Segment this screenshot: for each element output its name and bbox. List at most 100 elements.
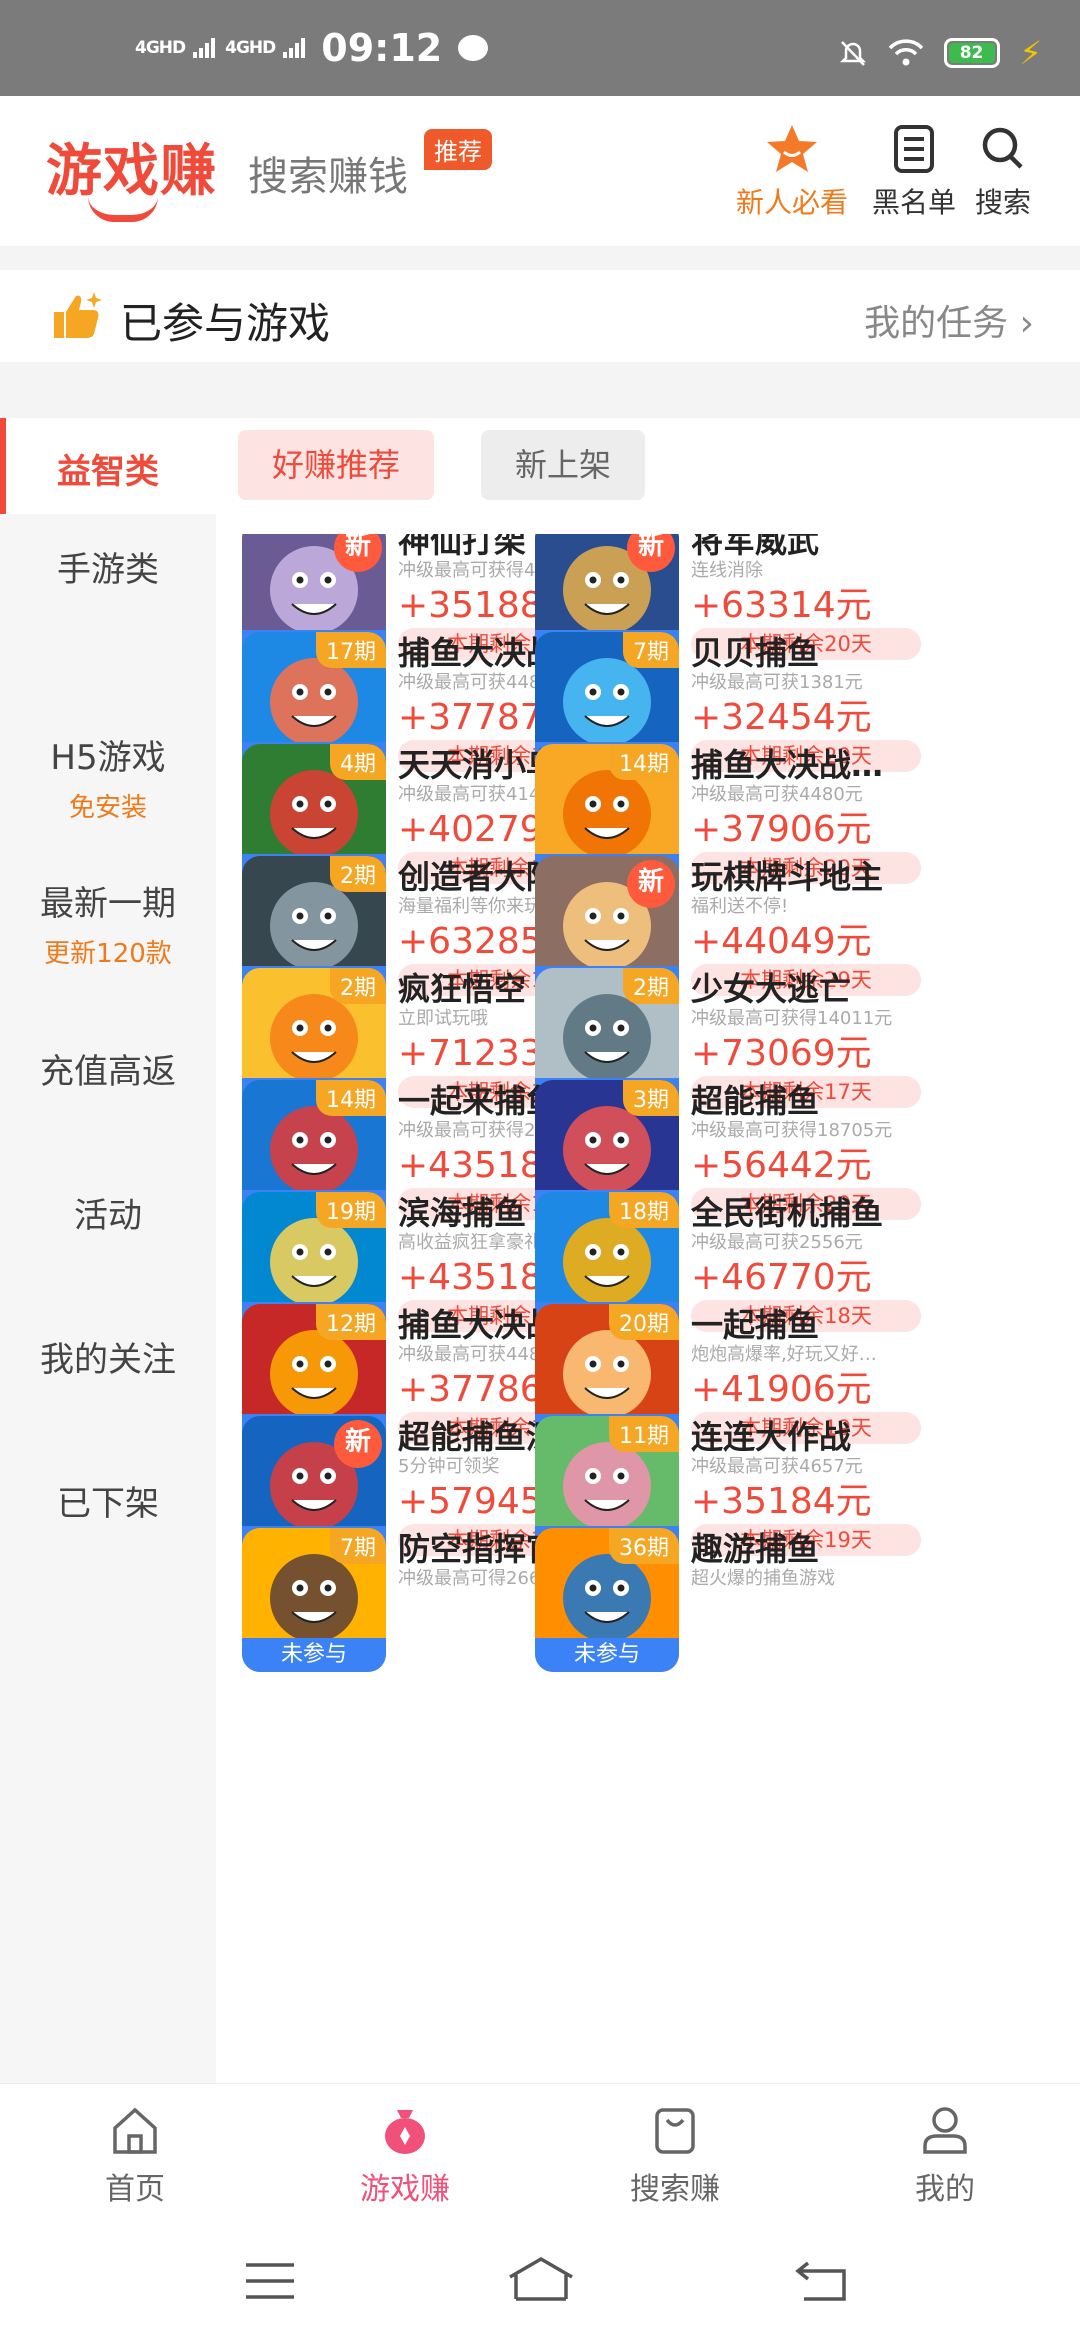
logo-smile — [88, 196, 158, 222]
sidebar-item-following[interactable]: 我的关注 — [0, 1332, 216, 1392]
tab-label: 搜索赚 — [630, 2172, 720, 2207]
game-reward: +32454元 — [691, 697, 872, 738]
period-badge: 新 — [627, 860, 675, 908]
search-earn-link[interactable]: 搜索赚钱 — [248, 144, 408, 202]
tab-mine[interactable]: 我的 — [810, 2102, 1080, 2208]
divider — [0, 246, 1080, 270]
tab-label: 我的 — [915, 2172, 975, 2207]
user-icon — [923, 2107, 967, 2154]
blacklist-button[interactable]: 黑名单 — [872, 121, 956, 221]
screen: 4GHD 4GHD 09:12 82 ⚡ 游戏赚 搜索赚钱 推荐 新人必看 黑名… — [0, 0, 1080, 2340]
period-badge: 新 — [334, 1420, 382, 1468]
system-nav-bar — [0, 2215, 1080, 2340]
chevron-right-icon: › — [1019, 303, 1034, 344]
period-badge: 36期 — [609, 1528, 679, 1564]
money-bag-icon — [385, 2110, 425, 2154]
game-reward: +63314元 — [691, 585, 872, 626]
sidebar-item-removed[interactable]: 已下架 — [0, 1476, 216, 1536]
search-icon — [982, 127, 1023, 169]
period-badge: 4期 — [330, 744, 386, 780]
thumbs-up-icon — [54, 292, 102, 338]
sidebar-item-label: 充值高返 — [40, 1052, 176, 1092]
tab-label: 首页 — [105, 2172, 165, 2207]
period-badge: 2期 — [330, 856, 386, 892]
tab-home[interactable]: 首页 — [0, 2102, 270, 2208]
period-badge: 14期 — [609, 744, 679, 780]
active-indicator — [0, 418, 6, 514]
back-icon[interactable] — [794, 2257, 850, 2303]
signal-bars-icon — [193, 38, 216, 58]
blacklist-label: 黑名单 — [872, 186, 957, 219]
sidebar-item-puzzle[interactable]: 益智类 — [0, 418, 216, 514]
game-list-panel: 好赚推荐 新上架 新未参与神仙打架冲级最高可获得4657元+35188元本期剩余… — [216, 418, 1080, 2083]
shopping-bag-icon — [655, 2108, 695, 2154]
period-badge: 7期 — [623, 632, 679, 668]
game-reward: +41906元 — [691, 1369, 872, 1410]
game-reward: +73069元 — [691, 1033, 872, 1074]
sidebar-item-label: 我的关注 — [40, 1340, 176, 1380]
game-icon[interactable]: 7期未参与 — [242, 1528, 386, 1672]
signal-indicator-1: 4GHD — [135, 37, 186, 58]
my-tasks-link[interactable]: 我的任务 › — [864, 294, 1034, 346]
sidebar-item-label: 已下架 — [57, 1484, 159, 1524]
period-badge: 19期 — [316, 1192, 386, 1228]
search-button[interactable]: 搜索 — [975, 121, 1031, 221]
game-icon[interactable]: 36期未参与 — [535, 1528, 679, 1672]
app-logo: 游戏赚 — [46, 139, 217, 204]
message-icon — [458, 35, 489, 61]
game-reward: +56442元 — [691, 1145, 872, 1186]
tab-label: 游戏赚 — [360, 2172, 450, 2207]
bottom-tab-bar: 首页 游戏赚 搜索赚 我的 — [0, 2083, 1080, 2215]
period-badge: 17期 — [316, 632, 386, 668]
joined-games-title: 已参与游戏 — [120, 299, 331, 348]
game-reward: +35184元 — [691, 1481, 872, 1522]
battery-icon: 82 — [943, 38, 1000, 68]
not-joined-label: 未参与 — [242, 1638, 386, 1672]
game-reward: +46770元 — [691, 1257, 872, 1298]
sidebar-item-label: H5游戏 — [50, 738, 166, 778]
sidebar-item-h5-games[interactable]: H5游戏 免安装 — [0, 730, 216, 834]
clock: 09:12 — [321, 26, 443, 70]
star-icon — [767, 125, 817, 172]
status-left: 4GHD 4GHD 09:12 — [135, 26, 489, 70]
sidebar-item-recharge[interactable]: 充值高返 — [0, 1044, 216, 1104]
sidebar-item-label: 最新一期 — [40, 884, 176, 924]
game-reward: +37906元 — [691, 809, 872, 850]
sidebar-item-label: 益智类 — [57, 452, 159, 492]
game-card[interactable]: 36期 未参与 趣游捕鱼 超火爆的捕鱼游戏 — [523, 1528, 943, 1678]
menu-icon[interactable] — [244, 2261, 296, 2301]
recommend-tag: 推荐 — [424, 129, 492, 170]
my-tasks-label: 我的任务 — [864, 303, 1009, 344]
tab-search-earn[interactable]: 搜索赚 — [540, 2102, 810, 2208]
sidebar-item-latest[interactable]: 最新一期 更新120款 — [0, 876, 216, 980]
divider — [0, 362, 1080, 418]
wifi-icon — [888, 39, 923, 66]
home-nav-icon[interactable] — [506, 2255, 576, 2303]
status-right: 82 ⚡ — [838, 34, 1042, 72]
period-badge: 2期 — [623, 968, 679, 1004]
sidebar-item-sublabel: 更新120款 — [44, 939, 172, 969]
search-label: 搜索 — [975, 186, 1032, 219]
sidebar-item-label: 手游类 — [57, 550, 159, 590]
filter-new-chip[interactable]: 新上架 — [481, 430, 646, 500]
signal-bars-icon — [283, 38, 306, 58]
home-icon — [113, 2107, 157, 2154]
sidebar-item-sublabel: 免安装 — [68, 793, 147, 823]
newbie-guide-button[interactable]: 新人必看 — [736, 121, 848, 221]
period-badge: 12期 — [316, 1304, 386, 1340]
tab-game-earn[interactable]: 游戏赚 — [270, 2102, 540, 2208]
period-badge: 2期 — [330, 968, 386, 1004]
period-badge: 7期 — [330, 1528, 386, 1564]
game-grid: 新未参与神仙打架冲级最高可获得4657元+35188元本期剩余28天新未参与将军… — [216, 534, 1080, 2083]
game-description: 超火爆的捕鱼游戏 — [691, 1568, 835, 1589]
game-reward: +44049元 — [691, 921, 872, 962]
not-joined-label: 未参与 — [535, 1638, 679, 1672]
joined-games-row[interactable]: 已参与游戏 我的任务 › — [0, 270, 1080, 362]
newbie-guide-label: 新人必看 — [736, 186, 849, 219]
category-sidebar: 益智类 手游类 H5游戏 免安装 最新一期 更新120款 充值高返 活动 我的关… — [0, 418, 216, 2083]
filter-recommend-chip[interactable]: 好赚推荐 — [238, 430, 435, 500]
period-badge: 3期 — [623, 1080, 679, 1116]
sidebar-item-label: 活动 — [74, 1196, 142, 1236]
sidebar-item-mobile-games[interactable]: 手游类 — [0, 538, 216, 628]
sidebar-item-activities[interactable]: 活动 — [0, 1188, 216, 1248]
